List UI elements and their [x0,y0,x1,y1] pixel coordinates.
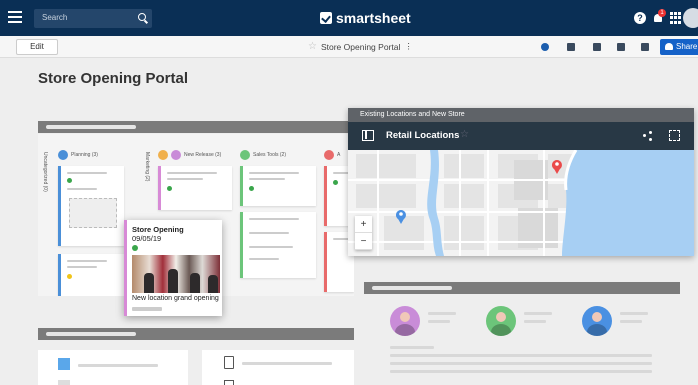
publish-globe-icon[interactable] [536,40,554,54]
link-card[interactable] [38,350,188,385]
avatar [58,150,68,160]
user-avatar[interactable] [683,8,698,28]
links-section-header [38,328,354,340]
store-photo [132,255,220,293]
card-description: New location grand opening [132,295,219,302]
menu-icon[interactable] [8,11,22,23]
column-title: New Release (3) [184,152,222,158]
document-title: ☆ Store Opening Portal ⋮ [308,41,413,52]
column-header: Sales Tools (2) [240,150,286,160]
brand-name: smartsheet [336,10,411,26]
contact-avatar[interactable] [486,306,516,336]
board-card[interactable] [58,166,124,246]
favorite-star-icon[interactable]: ☆ [460,129,469,140]
avatar [240,150,250,160]
board-section-header [38,121,354,133]
column-header: New Release (3) [158,150,221,160]
map-header: Retail Locations ☆ [348,122,694,150]
brand-logo[interactable]: smartsheet [320,10,411,26]
column-title: Planning (3) [71,152,98,158]
zoom-controls: + − [355,216,372,250]
lane-label-uncategorized: Uncategorized (0) [42,152,48,192]
page-title: Store Opening Portal [38,70,189,87]
more-options-icon[interactable]: ⋮ [404,41,413,52]
notifications-icon[interactable]: 1 [652,9,666,24]
fullscreen-icon[interactable] [669,130,680,141]
zoom-in-button[interactable]: + [355,216,372,233]
toolbar: Edit ☆ Store Opening Portal ⋮ Share [0,36,698,58]
store-opening-card[interactable]: Store Opening 09/05/19 New location gran… [124,220,222,316]
share-icon[interactable] [643,131,653,141]
help-icon[interactable]: ? [634,12,646,24]
contact-avatar[interactable] [390,306,420,336]
notification-badge: 1 [658,9,666,17]
contact-avatar[interactable] [582,306,612,336]
map-canvas[interactable]: + − [348,149,694,256]
search-input[interactable]: Search [34,9,152,28]
link-card[interactable] [202,350,354,385]
map-widget[interactable]: Existing Locations and New Store Retail … [348,108,694,256]
smartsheet-logo-icon [320,12,332,24]
board-card[interactable] [240,212,316,278]
column-header: A [324,150,340,160]
avatar [158,150,168,160]
map-graphic[interactable] [348,149,694,256]
favorite-star-icon[interactable]: ☆ [308,41,317,52]
search-icon[interactable] [138,13,146,21]
avatar [324,150,334,160]
share-button[interactable]: Share [660,39,698,55]
apps-grid-icon[interactable] [670,12,682,24]
activity-icon[interactable] [562,40,580,54]
map-title: Retail Locations [386,130,460,141]
lane-label-marketing: Marketing (2) [144,152,150,182]
widget-caption: Existing Locations and New Store [348,108,694,122]
settings-gear-icon[interactable] [636,40,654,54]
search-placeholder: Search [42,13,68,22]
board-card[interactable] [158,166,232,210]
document-icon [224,356,234,369]
avatar [171,150,181,160]
sidebar-toggle-icon[interactable] [362,130,374,141]
top-navbar: Search smartsheet ? 1 [0,0,698,36]
card-date: 09/05/19 [132,234,162,243]
zoom-out-button[interactable]: − [355,233,372,250]
column-title: Sales Tools (2) [253,152,286,158]
board-card[interactable] [240,166,316,206]
board-column: Sales Tools (2) [240,146,316,296]
share-label: Share [676,42,698,51]
present-icon[interactable] [588,40,606,54]
image-placeholder [69,198,117,228]
column-title: A [337,152,341,158]
contacts-section-header [364,282,680,294]
card-action-icons[interactable] [132,307,162,311]
edit-button[interactable]: Edit [16,39,58,55]
status-indicator [132,245,138,251]
board-card[interactable] [58,254,124,296]
document-title-text: Store Opening Portal [320,41,401,52]
board-column: Planning (3) [58,146,126,296]
print-icon[interactable] [612,40,630,54]
column-header: Planning (3) [58,150,98,160]
app-frame: Search smartsheet ? 1 Edit ☆ Store Openi… [0,0,698,385]
sheet-icon [58,358,70,370]
card-title: Store Opening [132,225,184,234]
